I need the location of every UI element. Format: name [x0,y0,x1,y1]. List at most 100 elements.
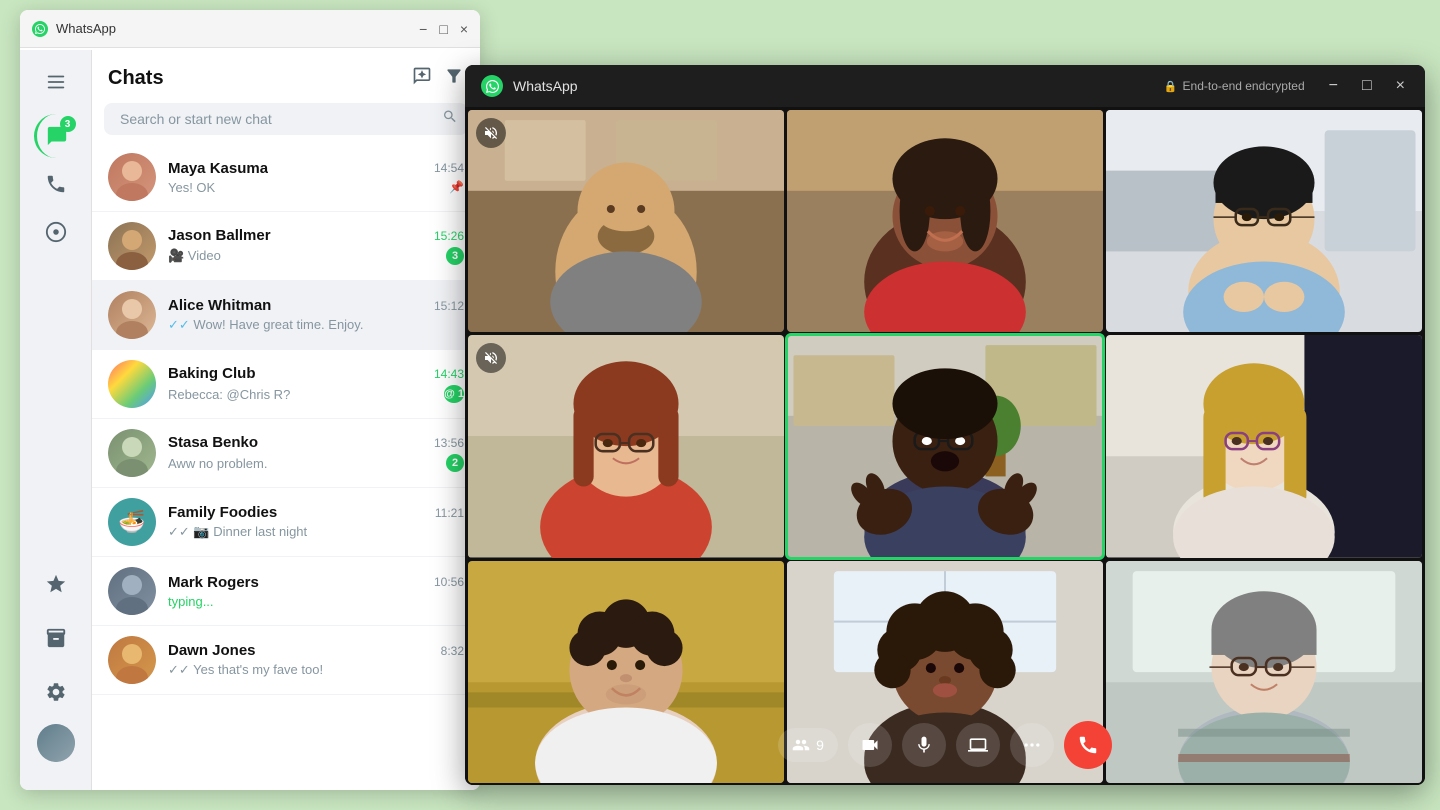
chat-item-mark[interactable]: Mark Rogers 10:56 typing... [92,557,480,626]
user-avatar[interactable] [37,724,75,762]
participants-button[interactable]: 9 [778,728,838,762]
pin-icon: 📌 [449,180,464,194]
video-toggle-button[interactable] [848,723,892,767]
chat-preview: ✓✓ Yes that's my fave too! [168,662,464,678]
video-close-button[interactable]: × [1392,75,1409,97]
video-app-name: WhatsApp [513,78,1164,94]
unread-badge: 2 [446,454,464,472]
new-chat-icon[interactable] [412,66,432,91]
chat-time: 11:21 [435,506,464,520]
video-cell-5 [787,335,1103,557]
avatar-baking [108,360,156,408]
avatar-stasa [108,429,156,477]
sidebar-item-settings[interactable] [34,670,78,714]
video-minimize-button[interactable]: − [1325,75,1342,97]
chat-header-icons [412,66,464,91]
chat-item-baking[interactable]: Baking Club 14:43 Rebecca: @Chris R? @ 1 [92,350,480,419]
chat-time: 14:54 [434,161,464,175]
chat-info-baking: Baking Club 14:43 Rebecca: @Chris R? @ 1 [168,365,464,403]
chat-info-alice: Alice Whitman 15:12 ✓✓ Wow! Have great t… [168,297,464,333]
window-title: WhatsApp [56,21,419,36]
lock-icon: 🔒 [1164,80,1178,93]
search-icon [442,109,458,130]
sidebar-item-calls[interactable] [34,162,78,206]
chat-time: 15:26 [434,229,464,243]
chat-item-alice[interactable]: Alice Whitman 15:12 ✓✓ Wow! Have great t… [92,281,480,350]
video-cell-2 [787,110,1103,332]
video-call-window: WhatsApp 🔒 End-to-end endcrypted − □ × [465,65,1425,785]
main-window: WhatsApp − □ × 3 [20,10,480,790]
chat-preview: Aww no problem. [168,456,440,471]
mute-indicator-1 [476,118,506,148]
sidebar-item-chats[interactable]: 3 [34,114,78,158]
sidebar-item-archived[interactable] [34,616,78,660]
unread-badge: @ 1 [444,385,464,403]
sidebar-item-menu[interactable] [34,60,78,104]
chat-time: 15:12 [434,299,464,313]
chat-info-stasa: Stasa Benko 13:56 Aww no problem. 2 [168,434,464,472]
chat-item-dawn[interactable]: Dawn Jones 8:32 ✓✓ Yes that's my fave to… [92,626,480,695]
video-titlebar: WhatsApp 🔒 End-to-end endcrypted − □ × [465,65,1425,107]
video-cell-6 [1106,335,1422,557]
chats-badge: 3 [60,116,76,132]
chat-time: 13:56 [434,436,464,450]
chat-name: Maya Kasuma [168,160,268,177]
share-screen-button[interactable] [956,723,1000,767]
video-cell-7 [468,561,784,783]
chat-list-header: Chats [92,50,480,99]
chat-name: Baking Club [168,365,256,382]
mute-button[interactable] [902,723,946,767]
chat-name: Mark Rogers [168,574,259,591]
chat-info-family: Family Foodies 11:21 ✓✓ 📷 Dinner last ni… [168,504,464,540]
search-input[interactable] [104,103,468,135]
sidebar-bottom [34,562,78,780]
chat-info-dawn: Dawn Jones 8:32 ✓✓ Yes that's my fave to… [168,642,464,678]
video-grid [465,107,1425,785]
avatar-jason [108,222,156,270]
chat-item-maya[interactable]: Maya Kasuma 14:54 Yes! OK 📌 [92,143,480,212]
chat-name: Family Foodies [168,504,277,521]
maximize-button[interactable]: □ [439,21,447,37]
chat-info-mark: Mark Rogers 10:56 typing... [168,574,464,609]
unread-badge: 3 [446,247,464,265]
video-cell-9 [1106,561,1422,783]
more-options-button[interactable] [1010,723,1054,767]
chat-list: Maya Kasuma 14:54 Yes! OK 📌 [92,143,480,790]
video-maximize-button[interactable]: □ [1358,75,1376,97]
app-logo [32,21,48,37]
chat-preview: ✓✓ 📷 Dinner last night [168,524,464,540]
chat-name: Alice Whitman [168,297,271,314]
sidebar: 3 [20,50,92,790]
chat-name: Dawn Jones [168,642,256,659]
chat-item-family[interactable]: 🍜 Family Foodies 11:21 ✓✓ 📷 Dinner last … [92,488,480,557]
encrypted-label: 🔒 End-to-end endcrypted [1164,79,1305,93]
window-controls: − □ × [419,21,468,37]
chat-info-maya: Maya Kasuma 14:54 Yes! OK 📌 [168,160,464,195]
sidebar-item-starred[interactable] [34,562,78,606]
sidebar-item-status[interactable] [34,210,78,254]
encrypted-text: End-to-end endcrypted [1183,79,1305,93]
chat-item-stasa[interactable]: Stasa Benko 13:56 Aww no problem. 2 [92,419,480,488]
end-call-button[interactable] [1064,721,1112,769]
minimize-button[interactable]: − [419,21,427,37]
chat-name: Stasa Benko [168,434,258,451]
chat-time: 8:32 [441,644,464,658]
chat-preview: typing... [168,594,464,609]
close-button[interactable]: × [460,21,468,37]
search-bar [104,103,468,135]
chat-list-area: Chats [92,50,480,790]
chats-title: Chats [108,67,412,90]
chat-time: 10:56 [434,575,464,589]
avatar-mark [108,567,156,615]
avatar-family: 🍜 [108,498,156,546]
video-cell-3 [1106,110,1422,332]
filter-icon[interactable] [444,66,464,91]
chat-preview: ✓✓ Wow! Have great time. Enjoy. [168,317,464,333]
chat-info-jason: Jason Ballmer 15:26 🎥 Video 3 [168,227,464,265]
chat-preview: Yes! OK [168,180,445,195]
participants-count: 9 [816,737,824,753]
chat-item-jason[interactable]: Jason Ballmer 15:26 🎥 Video 3 [92,212,480,281]
avatar-maya [108,153,156,201]
main-titlebar: WhatsApp − □ × [20,10,480,48]
avatar-alice [108,291,156,339]
